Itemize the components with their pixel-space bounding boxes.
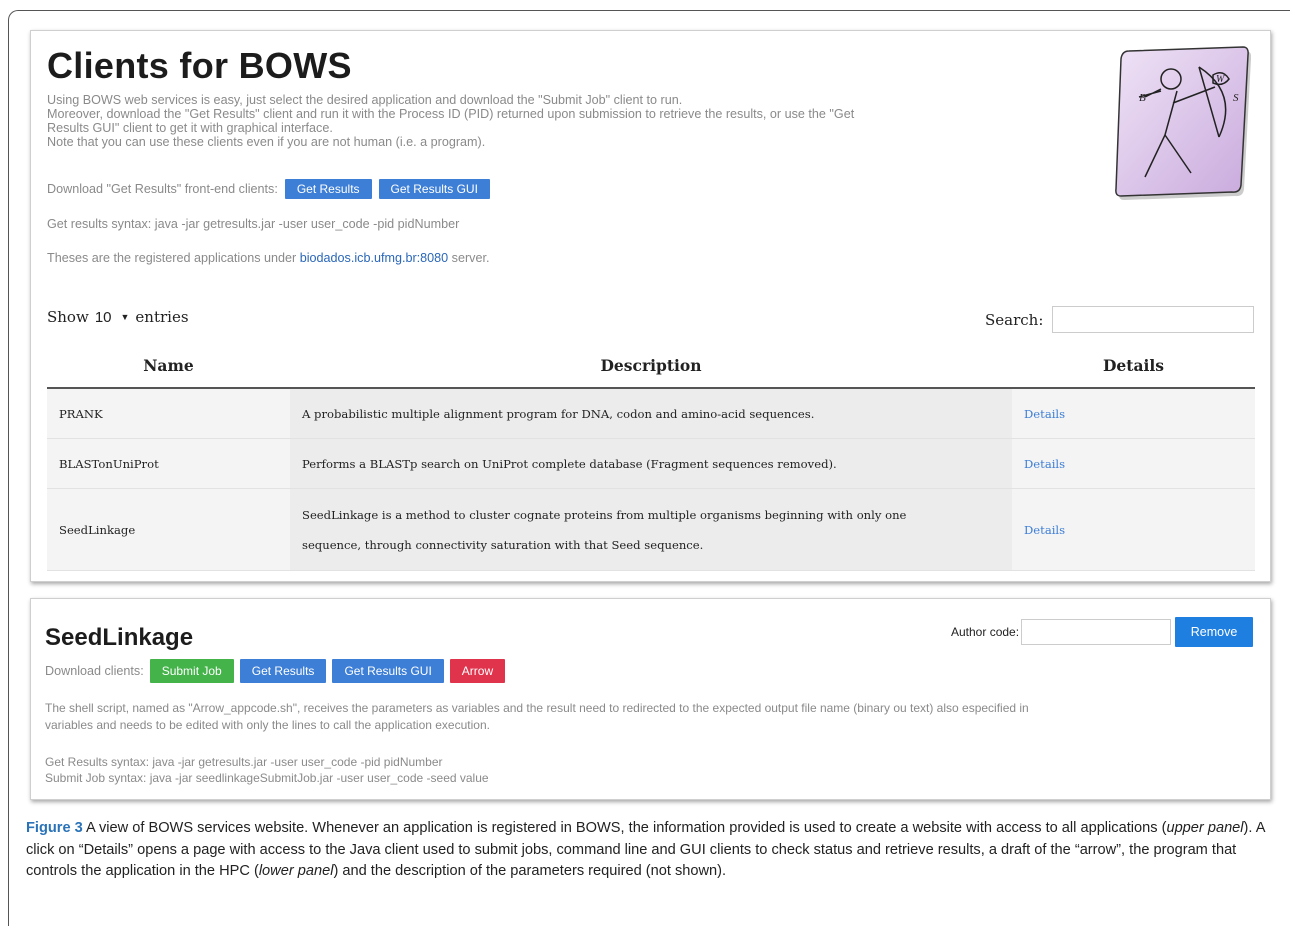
remove-button[interactable]: Remove: [1175, 617, 1254, 647]
server-link[interactable]: biodados.icb.ufmg.br:8080: [300, 251, 448, 265]
caption-emphasis: upper panel: [1166, 820, 1244, 836]
syntax-block: Get Results syntax: java -jar getresults…: [45, 754, 489, 786]
submit-job-button[interactable]: Submit Job: [149, 659, 234, 683]
description-line: sequence, through connectivity saturatio…: [302, 538, 704, 552]
app-name: PRANK: [47, 389, 290, 438]
download-clients-label: Download clients:: [45, 664, 144, 678]
registered-apps-text: Theses are the registered applications u…: [47, 251, 489, 265]
table-row: BLASTonUniProt Performs a BLASTp search …: [47, 439, 1255, 489]
entries-select-value: 10: [94, 308, 112, 326]
app-description: A probabilistic multiple alignment progr…: [290, 389, 1012, 438]
details-cell: Details: [1012, 489, 1255, 570]
get-results-button[interactable]: Get Results: [284, 179, 372, 199]
search-input[interactable]: [1052, 306, 1255, 333]
caption-text: A view of BOWS services website. Wheneve…: [82, 820, 1167, 836]
download-label: Download "Get Results" front-end clients…: [47, 182, 278, 196]
details-link[interactable]: Details: [1024, 523, 1065, 537]
figure-caption: Figure 3 A view of BOWS services website…: [26, 818, 1271, 883]
shell-script-description: The shell script, named as "Arrow_appcod…: [45, 700, 1255, 734]
get-results-button[interactable]: Get Results: [239, 659, 327, 683]
caption-emphasis: lower panel: [258, 863, 334, 879]
author-code-label: Author code:: [951, 625, 1020, 639]
figure-label: Figure 3: [26, 820, 83, 836]
caption-text: ) and the description of the parameters …: [333, 863, 727, 879]
logo-letter-b: B: [1139, 92, 1146, 104]
arrow-button[interactable]: Arrow: [449, 659, 506, 683]
intro-line: Using BOWS web services is easy, just se…: [47, 93, 683, 107]
bows-logo-icon: B W S: [1115, 46, 1251, 200]
details-cell: Details: [1012, 389, 1255, 438]
registered-post: server.: [448, 251, 490, 265]
entries-label: entries: [135, 308, 189, 326]
description-line: SeedLinkage is a method to cluster cogna…: [302, 508, 907, 522]
app-name: SeedLinkage: [47, 489, 290, 570]
show-label: Show: [47, 308, 89, 326]
table-header: Name Description Details: [47, 343, 1255, 389]
show-entries: Show 10 ▼ entries: [47, 308, 189, 326]
app-name: BLASTonUniProt: [47, 439, 290, 488]
logo-letter-s: S: [1233, 92, 1239, 104]
get-results-syntax: Get Results syntax: java -jar getresults…: [45, 755, 443, 769]
description-line: variables and needs to be edited with on…: [45, 718, 490, 732]
details-link[interactable]: Details: [1024, 457, 1065, 471]
app-description: SeedLinkage is a method to cluster cogna…: [290, 489, 1012, 570]
intro-text: Using BOWS web services is easy, just se…: [47, 93, 1057, 149]
details-link[interactable]: Details: [1024, 407, 1065, 421]
submit-job-syntax: Submit Job syntax: java -jar seedlinkage…: [45, 771, 489, 785]
app-title: SeedLinkage: [45, 624, 194, 651]
download-clients-row: Download "Get Results" front-end clients…: [47, 179, 490, 199]
search-label: Search:: [985, 310, 1044, 329]
description-line: The shell script, named as "Arrow_appcod…: [45, 701, 1029, 715]
column-header-description[interactable]: Description: [290, 356, 1012, 375]
clients-panel: Clients for BOWS Using BOWS web services…: [30, 30, 1271, 582]
table-row: PRANK A probabilistic multiple alignment…: [47, 389, 1255, 439]
get-results-gui-button[interactable]: Get Results GUI: [378, 179, 490, 199]
column-header-name[interactable]: Name: [47, 356, 290, 375]
intro-line: Note that you can use these clients even…: [47, 135, 486, 149]
get-results-gui-button[interactable]: Get Results GUI: [332, 659, 444, 683]
details-cell: Details: [1012, 439, 1255, 488]
page-title: Clients for BOWS: [47, 45, 352, 86]
author-code-area: Author code: Remove: [951, 617, 1254, 647]
entries-select[interactable]: 10 ▼: [95, 309, 130, 326]
applications-table: Name Description Details PRANK A probabi…: [47, 343, 1255, 571]
intro-line: Results GUI" client to get it with graph…: [47, 121, 333, 135]
get-results-syntax: Get results syntax: java -jar getresults…: [47, 217, 460, 231]
download-clients-row: Download clients: Submit Job Get Results…: [45, 659, 506, 683]
search-area: Search:: [985, 306, 1255, 333]
table-row: SeedLinkage SeedLinkage is a method to c…: [47, 489, 1255, 571]
chevron-down-icon: ▼: [120, 312, 130, 322]
registered-pre: Theses are the registered applications u…: [47, 251, 300, 265]
author-code-input[interactable]: [1021, 619, 1172, 645]
seedlinkage-panel: SeedLinkage Author code: Remove Download…: [30, 598, 1271, 800]
column-header-details[interactable]: Details: [1012, 356, 1255, 375]
intro-line: Moreover, download the "Get Results" cli…: [47, 107, 855, 121]
app-description: Performs a BLASTp search on UniProt comp…: [290, 439, 1012, 488]
